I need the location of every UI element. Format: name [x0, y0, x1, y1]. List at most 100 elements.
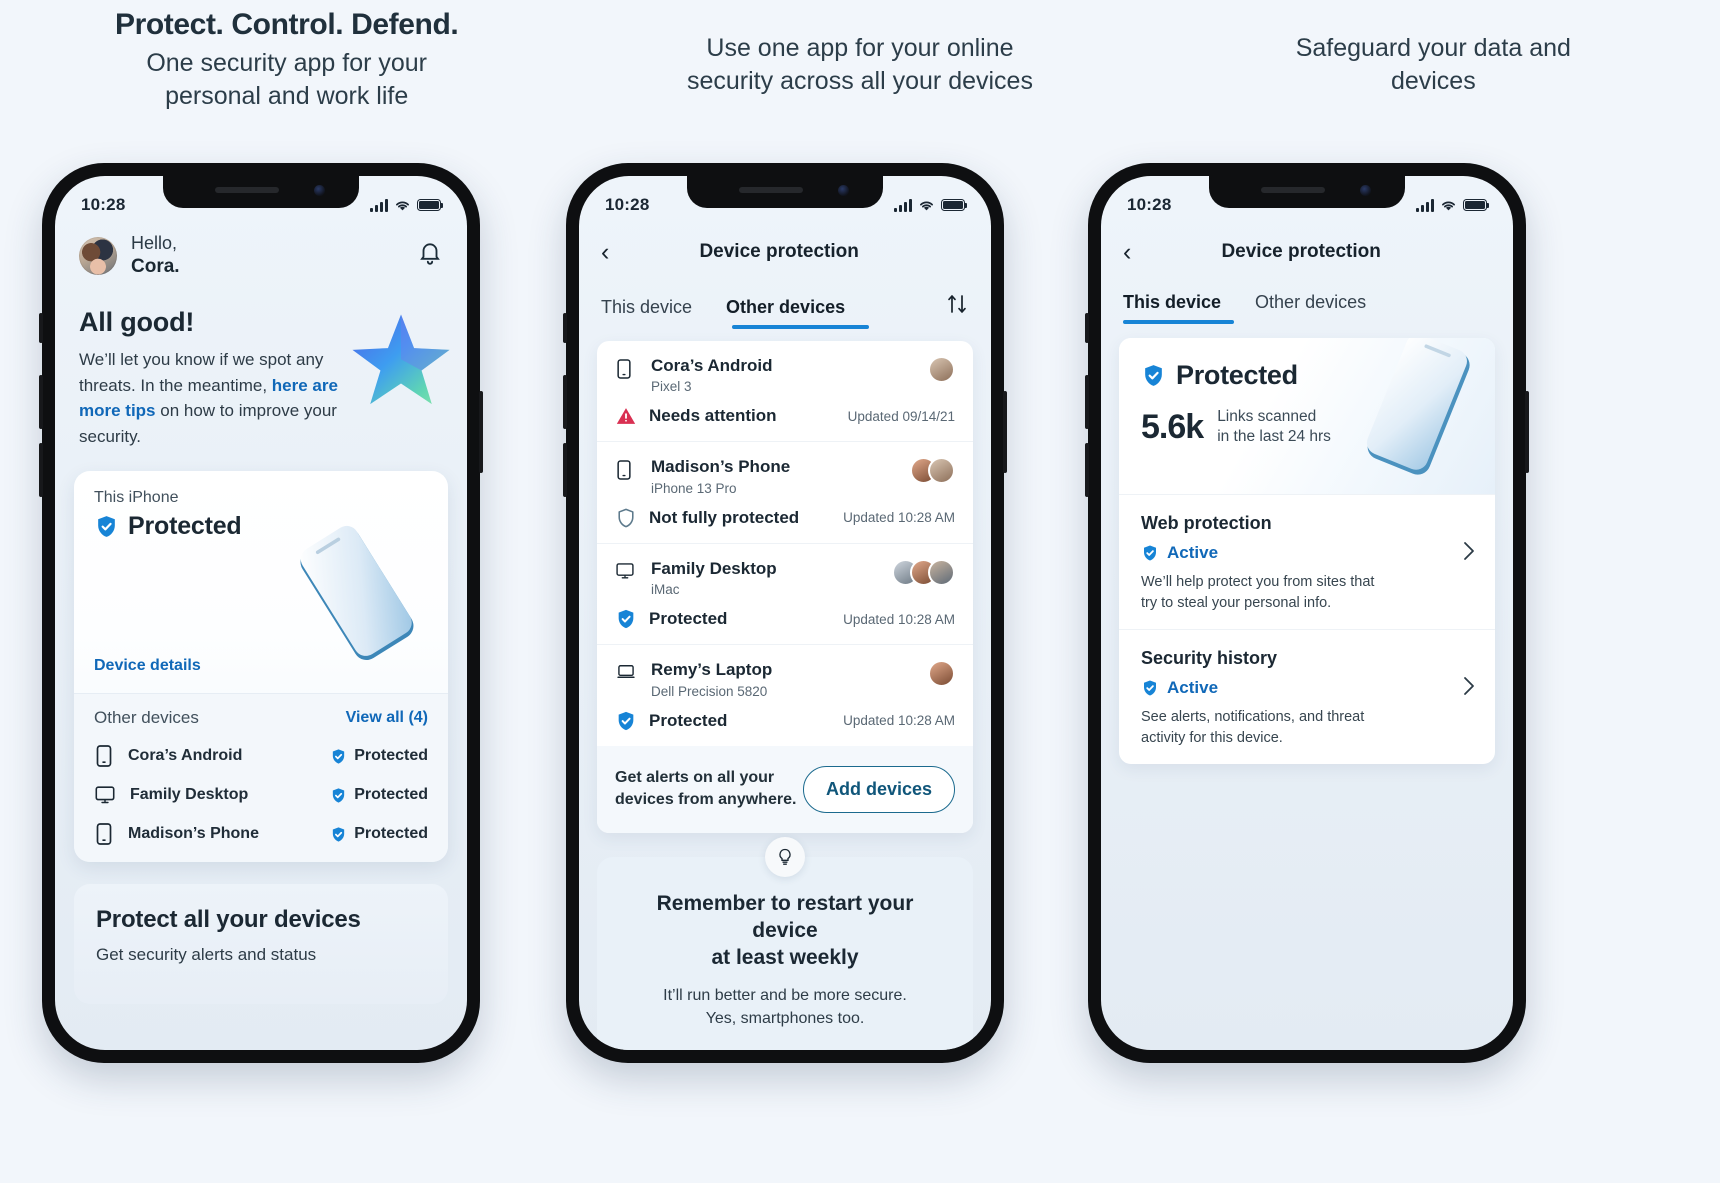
links-scanned-value: 5.6k: [1141, 407, 1204, 446]
this-device-label: This iPhone: [94, 489, 179, 507]
power-button: [1003, 391, 1007, 473]
this-device-status: Protected: [128, 512, 242, 541]
status-time: 10:28: [605, 195, 650, 214]
desktop-icon: [615, 559, 639, 586]
add-devices-button[interactable]: Add devices: [802, 765, 955, 813]
avatar: [928, 457, 955, 485]
device-updated: Updated 10:28 AM: [843, 611, 955, 627]
device-updated: Updated 10:28 AM: [843, 713, 955, 729]
power-button: [1525, 391, 1529, 473]
table-row[interactable]: Madison’s Phone iPhone 13 Pro Not fully …: [597, 442, 973, 544]
status-hero: Protected 5.6k Links scanned in the last …: [1119, 338, 1495, 494]
screen-other-devices: ‹ Device protection This device Other de…: [579, 176, 991, 1050]
notification-bell-icon[interactable]: [417, 240, 443, 271]
other-devices-label: Other devices: [94, 708, 199, 728]
section-state: Active: [1167, 543, 1219, 562]
tip-section: Remember to restart your device at least …: [597, 837, 973, 1050]
earpiece-speaker: [215, 187, 279, 193]
desktop-icon: [95, 786, 115, 804]
volume-up-button: [1085, 375, 1089, 429]
tip-text: It’ll run better and be more secure. Yes,…: [663, 986, 907, 1027]
shield-check-icon: [333, 788, 345, 803]
laptop-icon: [615, 660, 639, 687]
section-security-history[interactable]: Security history Active See alerts, noti…: [1119, 629, 1495, 764]
avatar-group: [928, 660, 955, 688]
tab-active-indicator: [1123, 320, 1234, 324]
device-model: iMac: [651, 582, 680, 598]
tab-this-device[interactable]: This device: [601, 297, 692, 329]
list-item[interactable]: Madison’s Phone Protected: [94, 822, 428, 846]
chevron-right-icon[interactable]: [1463, 676, 1475, 701]
other-devices-section: Other devices View all (4) Cora’s Androi…: [74, 693, 448, 863]
volume-down-button: [1085, 443, 1089, 497]
earpiece-speaker: [1261, 187, 1325, 193]
back-chevron-icon[interactable]: ‹: [1123, 239, 1131, 265]
signal-bars-icon: [370, 198, 388, 212]
section-web-protection[interactable]: Web protection Active We’ll help protect…: [1119, 494, 1495, 629]
battery-icon: [417, 199, 444, 211]
section-title: Web protection: [1141, 513, 1272, 533]
sort-arrows-icon[interactable]: [945, 292, 969, 329]
warning-triangle-icon: [616, 408, 636, 425]
lightbulb-icon: [765, 837, 805, 877]
promo-card[interactable]: Protect all your devices Get security al…: [74, 884, 448, 1005]
section-state: Active: [1167, 678, 1219, 698]
device-name: Family Desktop: [130, 786, 249, 804]
tip-card[interactable]: Remember to restart your device at least …: [597, 857, 973, 1050]
device-status: Needs attention: [649, 406, 777, 426]
phone-illustration: [1366, 338, 1470, 475]
view-all-link[interactable]: View all (4): [346, 709, 428, 727]
greeting-line-2: Cora.: [131, 256, 180, 278]
battery-icon: [941, 199, 968, 211]
back-chevron-icon[interactable]: ‹: [601, 239, 609, 265]
status-time: 10:28: [1127, 195, 1172, 214]
shield-check-icon: [333, 827, 345, 842]
volume-down-button: [563, 443, 567, 497]
table-row[interactable]: Family Desktop iMac Protected Updated 10…: [597, 544, 973, 646]
list-item[interactable]: Family Desktop Protected: [94, 784, 428, 806]
list-item[interactable]: Cora’s Android Protected: [94, 744, 428, 768]
device-status: Protected: [649, 609, 728, 629]
more-tips-link[interactable]: here are more tips: [79, 376, 338, 421]
phone-mockup-2: 10:28 ‹ Device protection This device Ot…: [563, 163, 1007, 1063]
device-model: Pixel 3: [651, 379, 692, 395]
table-row[interactable]: Cora’s Android Pixel 3 Needs attention U…: [597, 341, 973, 443]
mute-switch: [563, 313, 567, 343]
notch: [1209, 176, 1405, 208]
avatar-group: [910, 457, 955, 485]
shield-check-icon: [1145, 365, 1162, 386]
notch: [687, 176, 883, 208]
avatar[interactable]: [79, 236, 117, 275]
avatar: [928, 356, 955, 383]
device-status-card: Protected 5.6k Links scanned in the last …: [1119, 338, 1495, 765]
links-scanned-label: Links scanned in the last 24 hrs: [1217, 408, 1331, 446]
device-status: Protected: [649, 710, 728, 730]
device-model: Dell Precision 5820: [651, 683, 768, 699]
page-title: Device protection: [699, 241, 859, 262]
tip-title: Remember to restart your device at least …: [656, 892, 914, 969]
promo-text: Get security alerts and status: [96, 945, 317, 965]
avatar: [928, 660, 955, 688]
device-name: Cora’s Android: [651, 356, 773, 375]
home-blurb: We’ll let you know if we spot any threat…: [79, 350, 338, 446]
front-camera: [1360, 185, 1371, 196]
device-name: Cora’s Android: [128, 747, 243, 765]
signal-bars-icon: [894, 198, 912, 212]
phone-mockups: 10:28 Hello, Cora. All good! We’ll let y…: [0, 0, 1720, 1183]
table-row[interactable]: Remy’s Laptop Dell Precision 5820 Protec…: [597, 645, 973, 745]
device-status: Protected: [354, 786, 428, 804]
shield-check-icon: [333, 749, 345, 764]
phone-icon: [96, 823, 112, 846]
shield-check-icon: [1144, 680, 1156, 696]
device-details-link[interactable]: Device details: [94, 657, 201, 675]
phone-mockup-3: 10:28 ‹ Device protection This device Ot…: [1085, 163, 1529, 1063]
this-device-card[interactable]: This iPhone Protected Device details Oth…: [74, 471, 448, 863]
tab-other-devices[interactable]: Other devices: [1255, 292, 1366, 324]
add-devices-bar: Get alerts on all your devices from anywh…: [597, 745, 973, 833]
phone-icon: [615, 457, 639, 486]
chevron-right-icon[interactable]: [1463, 541, 1475, 566]
device-list: Cora’s Android Pixel 3 Needs attention U…: [597, 341, 973, 833]
promo-title: Protect all your devices: [96, 906, 361, 934]
shield-check-icon: [98, 516, 115, 538]
device-status: Not fully protected: [649, 507, 800, 527]
